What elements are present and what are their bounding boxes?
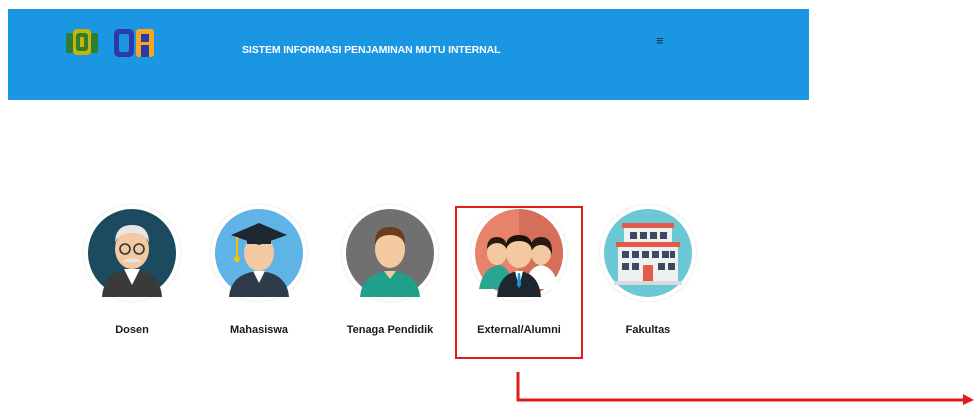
arrowhead-icon: [963, 394, 974, 405]
arrow-line: [516, 372, 966, 402]
annotation-arrow: [516, 372, 974, 405]
